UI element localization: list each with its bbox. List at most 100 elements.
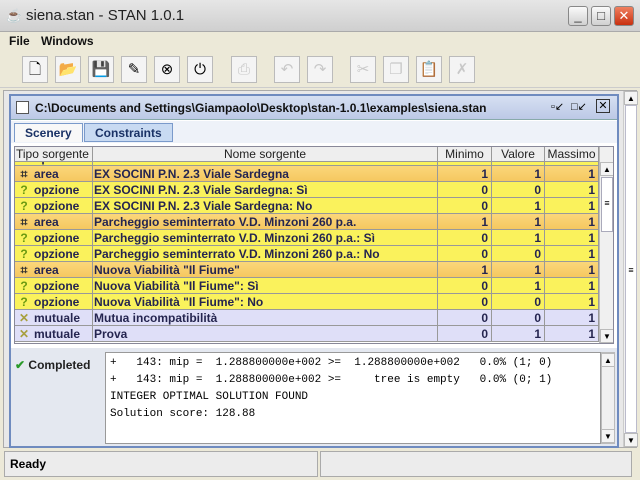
table-scrollbar[interactable]: ▲ ≡ ▼ [599,147,613,343]
table-row[interactable]: ? opzione EX SOCINI P.N. 2.3 Viale Sardeg… [15,198,599,214]
cell-valore: 1 [492,214,545,230]
cell-massimo: 1 [545,294,599,310]
status-text: Ready [10,457,47,471]
desktop-scroll-thumb[interactable]: ≡ [625,105,637,433]
desktop-scrollbar[interactable]: ▲ ≡ ▼ [623,91,638,447]
cell-name: Parcheggio seminterrato V.D. Minzoni 260… [93,230,438,246]
col-nome-sorgente[interactable]: Nome sorgente [93,147,438,162]
open-button[interactable]: 📂 [55,56,81,83]
question-icon: ? [20,247,28,261]
print-button[interactable]: ⎙ [231,56,257,83]
cell-massimo: 1 [545,278,599,294]
cell-name: EX SOCINI P.N. 2.3 Viale Sardegna [93,166,438,182]
question-icon: ? [20,295,28,309]
desktop-scroll-up[interactable]: ▲ [624,91,638,105]
table-row[interactable]: ⌗ area EX SOCINI P.N. 2.3 Viale Sardegna … [15,166,599,182]
delete-icon: ✗ [455,61,469,78]
col-tipo-sorgente[interactable]: Tipo sorgente [15,147,93,162]
question-icon: ? [20,183,28,197]
cell-massimo: 1 [545,214,599,230]
table-row[interactable]: ✕ mutuale Mutua incompatibilità 0 0 1 [15,310,599,326]
scroll-up-arrow[interactable]: ▲ [600,162,613,176]
menu-windows[interactable]: Windows [41,34,94,48]
cell-minimo: 1 [438,166,492,182]
cell-valore: 1 [492,278,545,294]
undo-icon: ↶ [280,61,294,78]
table-row[interactable]: ? opzione Parcheggio seminterrato V.D. Mi… [15,230,599,246]
cell-name: Nuova Viabilità "Il Fiume" [93,262,438,278]
cell-type: area [34,263,59,277]
frame-close-button[interactable]: ✕ [596,99,610,113]
sources-table: ?opzione EX SOCINI P.N. 2.3 DISTILLERIA:… [14,146,614,344]
new-button[interactable]: 🗋 [22,56,48,83]
restore-button[interactable]: □↙ [571,100,587,113]
table-row[interactable]: ⌗ area Parcheggio seminterrato V.D. Minzo… [15,214,599,230]
table-row[interactable]: ? opzione EX SOCINI P.N. 2.3 Viale Sardeg… [15,182,599,198]
log-scrollbar[interactable]: ▲ ▼ [601,352,615,444]
cell-name: Nuova Viabilità "Il Fiume": No [93,294,438,310]
log-line: Solution score: 128.88 [110,408,256,420]
frame-title-bar: C:\Documents and Settings\Giampaolo\Desk… [11,96,617,120]
cell-massimo: 1 [545,182,599,198]
cell-type: opzione [34,231,80,245]
scroll-down-arrow[interactable]: ▼ [600,329,613,343]
question-icon: ? [20,279,28,293]
cell-type: mutuale [34,327,81,341]
close-button[interactable]: ✕ [614,6,634,26]
cell-minimo: 0 [438,278,492,294]
maximize-button[interactable]: □ [591,6,611,26]
desktop-scroll-down[interactable]: ▼ [624,433,638,447]
log-line: + 143: mip = 1.288800000e+002 >= 1.28880… [110,357,553,369]
col-massimo[interactable]: Massimo [545,147,599,162]
cell-massimo: 1 [545,198,599,214]
menu-file[interactable]: File [9,34,30,48]
iconify-button[interactable]: ▫↙ [551,100,564,113]
tab-constraints[interactable]: Constraints [84,123,173,142]
minimize-button[interactable]: _ [568,6,588,26]
cell-massimo: 1 [545,246,599,262]
java-cup-icon: ☕ [6,8,23,23]
redo-button[interactable]: ↷ [307,56,333,83]
tab-scenery[interactable]: Scenery [14,123,83,142]
paste-button[interactable]: 📋 [416,56,442,83]
cell-minimo: 0 [438,326,492,342]
col-minimo[interactable]: Minimo [438,147,492,162]
log-scroll-down[interactable]: ▼ [601,429,615,443]
cut-button[interactable]: ✂ [350,56,376,83]
cell-valore: 1 [492,198,545,214]
power-button[interactable]: ⏻ [187,56,213,83]
copy-button[interactable]: ❐ [383,56,409,83]
cell-minimo: 1 [438,214,492,230]
solver-log[interactable]: + 143: mip = 1.288800000e+002 >= 1.28880… [105,352,601,444]
crop-area-icon: ⌗ [20,263,28,277]
log-scroll-up[interactable]: ▲ [601,353,615,367]
cell-valore: 1 [492,262,545,278]
table-row[interactable]: ? opzione Nuova Viabilità "Il Fiume": Sì … [15,278,599,294]
new-icon: 🗋 [28,61,42,78]
table-row[interactable]: ? opzione Nuova Viabilità "Il Fiume": No … [15,294,599,310]
solver-panel: ✔ Completed + 143: mip = 1.288800000e+00… [11,348,617,446]
solver-status-label: Completed [28,358,91,372]
table-row[interactable]: ⌗ area Nuova Viabilità "Il Fiume" 1 1 1 [15,262,599,278]
cell-type: opzione [34,279,80,293]
stop-button[interactable]: ⊗ [154,56,180,83]
table-header: Tipo sorgente Nome sorgente Minimo Valor… [15,147,599,162]
table-row[interactable]: ✕ mutuale Prova 0 1 1 [15,326,599,342]
col-valore[interactable]: Valore [492,147,545,162]
save-icon: 💾 [91,61,111,78]
table-row[interactable]: ? opzione Parcheggio seminterrato V.D. Mi… [15,246,599,262]
edit-button[interactable]: ✎ [121,56,147,83]
undo-button[interactable]: ↶ [274,56,300,83]
cell-minimo: 0 [438,310,492,326]
cell-minimo: 1 [438,262,492,278]
question-icon: ? [20,231,28,245]
save-button[interactable]: 💾 [88,56,114,83]
scroll-thumb[interactable]: ≡ [601,177,613,232]
cell-name: EX SOCINI P.N. 2.3 Viale Sardegna: No [93,198,438,214]
tab-bar: Scenery Constraints [11,121,617,143]
open-icon: 📂 [58,61,78,78]
cell-massimo: 1 [545,310,599,326]
delete-button[interactable]: ✗ [449,56,475,83]
copy-icon: ❐ [389,61,403,78]
cell-name: EX SOCINI P.N. 2.3 Viale Sardegna: Sì [93,182,438,198]
